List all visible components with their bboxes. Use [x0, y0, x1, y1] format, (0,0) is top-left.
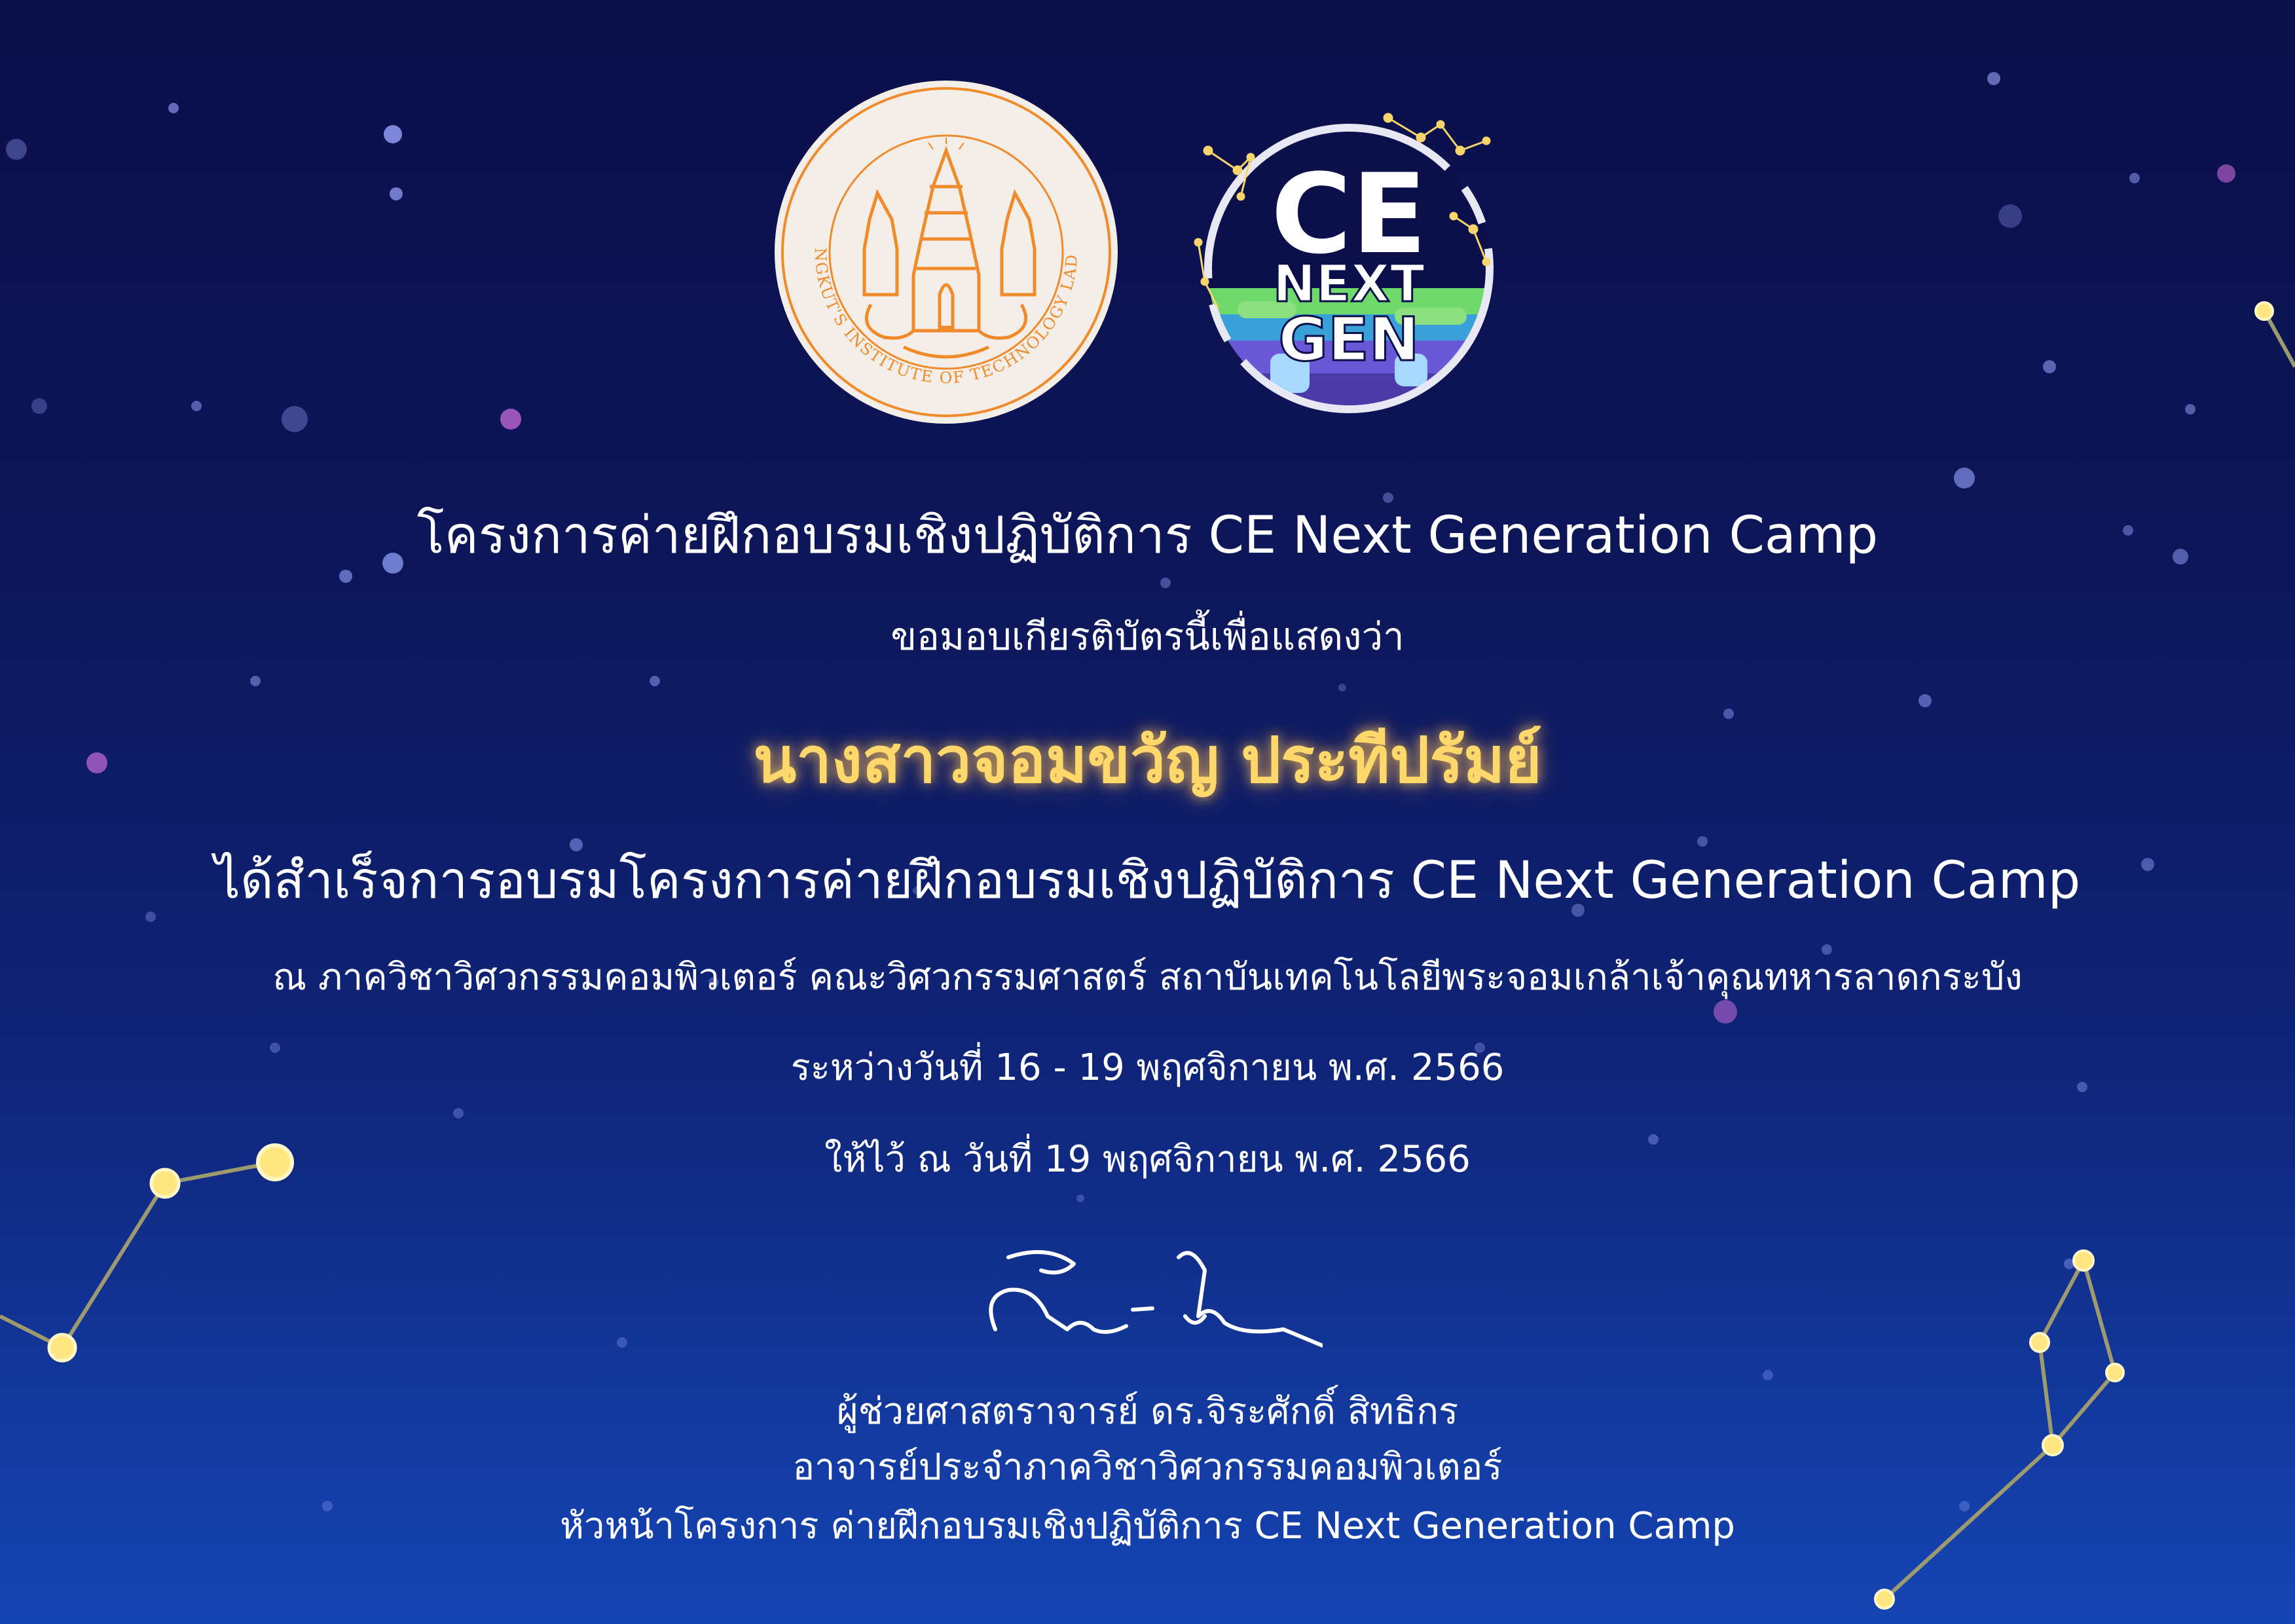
kmitl-seal-logo: KING MONGKUT'S INSTITUTE OF TECHNOLOGY L… — [773, 79, 1118, 424]
achievement-statement: ได้สำเร็จการอบรมโครงการค่ายฝึกอบรมเชิงปฏ… — [214, 851, 2081, 910]
logo-text-gen: GEN — [1278, 304, 1419, 375]
ce-next-gen-logo: CE NEXT GEN — [1194, 113, 1494, 413]
venue-line: ณ ภาควิชาวิศวกรรมคอมพิวเตอร์ คณะวิศวกรรม… — [272, 956, 2023, 999]
program-title: โครงการค่ายฝึกอบรมเชิงปฏิบัติการ CE Next… — [416, 506, 1879, 565]
signer-name: ผู้ช่วยศาสตราจารย์ ดร.จิระศักดิ์ สิทธิกร — [836, 1390, 1459, 1433]
starry-background — [0, 72, 2295, 1610]
issue-date: ให้ไว้ ณ วันที่ 19 พฤศจิกายน พ.ศ. 2566 — [824, 1138, 1471, 1181]
signer-project-role: หัวหน้าโครงการ ค่ายฝึกอบรมเชิงปฏิบัติการ… — [560, 1505, 1735, 1547]
training-dates: ระหว่างวันที่ 16 - 19 พฤศจิกายน พ.ศ. 256… — [790, 1046, 1505, 1089]
recipient-name: นางสาวจอมขวัญ ประทีปรัมย์ — [753, 724, 1542, 797]
constellation-top-right — [2254, 301, 2295, 368]
signer-position: อาจารย์ประจำภาควิชาวิศวกรรมคอมพิวเตอร์ — [792, 1446, 1503, 1488]
signature — [989, 1250, 1323, 1348]
certificate-intro: ขอมอบเกียรติบัตรนี้เพื่อแสดงว่า — [890, 614, 1405, 659]
